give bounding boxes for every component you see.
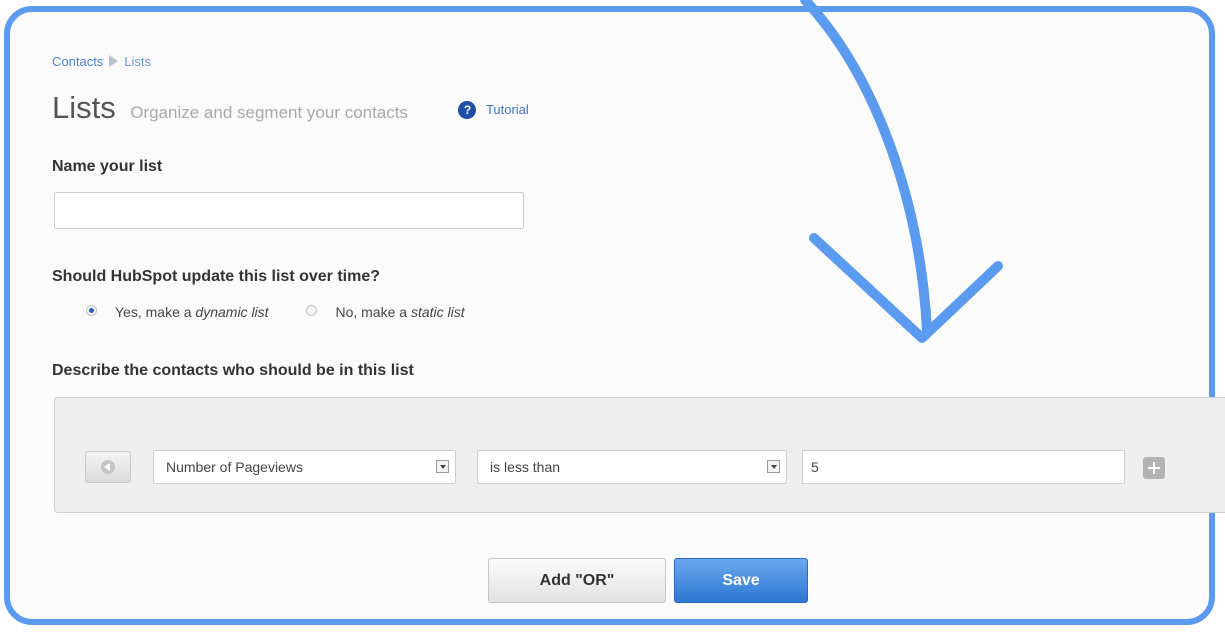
breadcrumb-contacts-link[interactable]: Contacts [52, 54, 103, 69]
dynamic-list-radio[interactable] [86, 305, 97, 316]
breadcrumb-separator-icon [109, 55, 119, 67]
page-subtitle: Organize and segment your contacts [130, 103, 409, 122]
plus-icon[interactable] [1143, 457, 1165, 479]
remove-filter-button[interactable] [85, 451, 131, 483]
add-or-button[interactable]: Add "OR" [488, 558, 666, 603]
operator-select[interactable]: is less than [477, 450, 787, 484]
operator-select-value: is less than [490, 459, 561, 475]
property-select[interactable]: Number of Pageviews [153, 450, 456, 484]
dropdown-arrow-icon[interactable] [436, 460, 449, 473]
name-list-label: Name your list [52, 158, 163, 175]
dynamic-list-label[interactable]: Yes, make a dynamic list [115, 304, 269, 320]
page-content: Contacts Lists Lists Organize and segment… [10, 12, 1225, 619]
criteria-label: Describe the contacts who should be in t… [52, 362, 414, 379]
dropdown-arrow-icon[interactable] [767, 460, 780, 473]
list-name-input[interactable] [54, 192, 524, 229]
save-button[interactable]: Save [674, 558, 808, 603]
property-select-value: Number of Pageviews [166, 459, 303, 475]
breadcrumb: Contacts Lists [52, 54, 151, 69]
update-list-label: Should HubSpot update this list over tim… [52, 268, 381, 285]
title-row: Lists Organize and segment your contacts… [52, 90, 529, 126]
page-title: Lists [52, 90, 116, 125]
static-list-label[interactable]: No, make a static list [335, 304, 464, 320]
tutorial-link[interactable]: Tutorial [486, 102, 529, 117]
static-list-radio[interactable] [306, 305, 318, 316]
filter-value-input[interactable]: 5 [802, 450, 1125, 484]
back-arrow-icon [101, 460, 115, 474]
question-circle-icon[interactable]: ? [458, 101, 477, 119]
screenshot-frame: Contacts Lists Lists Organize and segment… [4, 6, 1225, 625]
list-type-options: Yes, make a dynamic list No, make a stat… [86, 304, 465, 320]
breadcrumb-lists-link[interactable]: Lists [124, 54, 151, 69]
filter-criteria-panel: Number of Pageviews is less than 5 [54, 397, 1225, 513]
